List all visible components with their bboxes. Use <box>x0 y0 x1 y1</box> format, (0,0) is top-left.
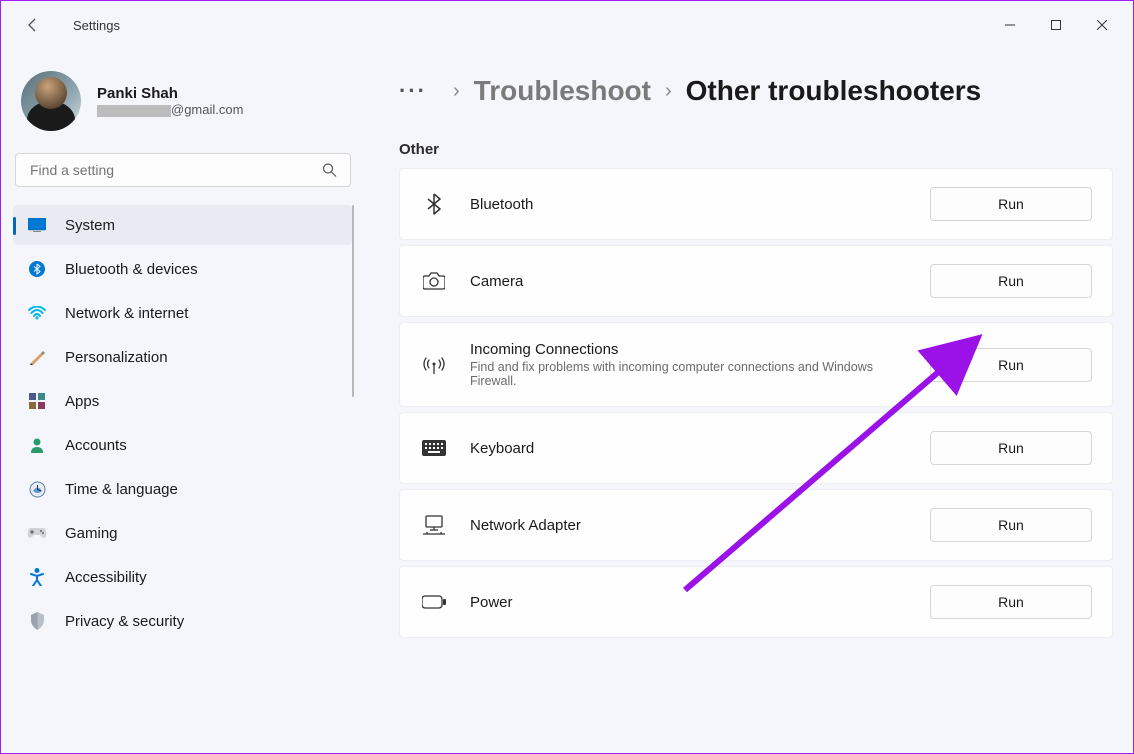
troubleshooter-row-network-adapter: Network Adapter Run <box>399 489 1113 561</box>
accounts-icon <box>27 435 47 455</box>
run-button[interactable]: Run <box>930 431 1092 465</box>
search-input[interactable] <box>15 153 351 187</box>
troubleshooter-row-power: Power Run <box>399 566 1113 638</box>
row-title: Incoming Connections <box>470 341 930 358</box>
nav-item-time[interactable]: Time & language <box>13 469 353 509</box>
troubleshooter-row-incoming: Incoming Connections Find and fix proble… <box>399 322 1113 407</box>
troubleshooter-row-bluetooth: Bluetooth Run <box>399 168 1113 240</box>
nav-label: Bluetooth & devices <box>65 261 198 278</box>
nav-label: Apps <box>65 393 99 410</box>
personalization-icon <box>27 347 47 367</box>
breadcrumb-current: Other troubleshooters <box>686 75 982 107</box>
nav-active-indicator <box>13 217 16 235</box>
row-title: Network Adapter <box>470 517 930 534</box>
row-title: Power <box>470 594 930 611</box>
window-title: Settings <box>73 18 120 33</box>
nav-item-privacy[interactable]: Privacy & security <box>13 601 353 641</box>
run-button[interactable]: Run <box>930 348 1092 382</box>
nav-label: Time & language <box>65 481 178 498</box>
battery-icon <box>420 595 448 609</box>
breadcrumb-parent[interactable]: Troubleshoot <box>474 75 651 107</box>
keyboard-icon <box>420 440 448 456</box>
bluetooth-icon <box>420 193 448 215</box>
maximize-button[interactable] <box>1033 9 1079 41</box>
breadcrumb: ··· › Troubleshoot › Other troubleshoote… <box>399 75 1113 107</box>
apps-icon <box>27 391 47 411</box>
shield-icon <box>27 611 47 631</box>
system-icon <box>27 215 47 235</box>
bluetooth-icon <box>27 259 47 279</box>
minimize-button[interactable] <box>987 9 1033 41</box>
nav-label: Personalization <box>65 349 168 366</box>
nav-item-accounts[interactable]: Accounts <box>13 425 353 465</box>
search-icon <box>322 163 337 178</box>
nav-label: System <box>65 217 115 234</box>
nav-item-system[interactable]: System <box>13 205 353 245</box>
sidebar-scrollbar[interactable] <box>352 205 354 397</box>
network-adapter-icon <box>420 515 448 535</box>
run-button[interactable]: Run <box>930 187 1092 221</box>
window-caption-buttons <box>987 9 1125 41</box>
sidebar: Panki Shah @gmail.com System Bluetooth &… <box>1 49 363 753</box>
chevron-right-icon: › <box>453 80 460 103</box>
avatar <box>21 71 81 131</box>
section-heading: Other <box>399 141 1113 158</box>
profile-name: Panki Shah <box>97 85 243 102</box>
row-title: Bluetooth <box>470 196 930 213</box>
clock-icon <box>27 479 47 499</box>
nav-item-network[interactable]: Network & internet <box>13 293 353 333</box>
close-button[interactable] <box>1079 9 1125 41</box>
main-content: ··· › Troubleshoot › Other troubleshoote… <box>363 49 1133 753</box>
profile-block[interactable]: Panki Shah @gmail.com <box>13 59 353 153</box>
accessibility-icon <box>27 567 47 587</box>
run-button[interactable]: Run <box>930 508 1092 542</box>
camera-icon <box>420 272 448 290</box>
titlebar: Settings <box>1 1 1133 49</box>
profile-email: @gmail.com <box>97 102 243 117</box>
run-button[interactable]: Run <box>930 264 1092 298</box>
back-button[interactable] <box>17 9 49 41</box>
chevron-right-icon: › <box>665 80 672 103</box>
nav-item-bluetooth[interactable]: Bluetooth & devices <box>13 249 353 289</box>
nav-label: Network & internet <box>65 305 188 322</box>
nav-item-accessibility[interactable]: Accessibility <box>13 557 353 597</box>
nav-item-personalization[interactable]: Personalization <box>13 337 353 377</box>
nav-label: Accounts <box>65 437 127 454</box>
row-title: Keyboard <box>470 440 930 457</box>
nav-item-gaming[interactable]: Gaming <box>13 513 353 553</box>
antenna-icon <box>420 355 448 375</box>
troubleshooter-row-keyboard: Keyboard Run <box>399 412 1113 484</box>
gaming-icon <box>27 523 47 543</box>
nav-label: Accessibility <box>65 569 147 586</box>
nav-item-apps[interactable]: Apps <box>13 381 353 421</box>
run-button[interactable]: Run <box>930 585 1092 619</box>
network-icon <box>27 303 47 323</box>
search-box[interactable] <box>15 153 351 187</box>
breadcrumb-overflow[interactable]: ··· <box>399 78 427 104</box>
nav-label: Privacy & security <box>65 613 184 630</box>
nav-label: Gaming <box>65 525 118 542</box>
nav-list: System Bluetooth & devices Network & int… <box>13 205 353 641</box>
row-title: Camera <box>470 273 930 290</box>
troubleshooter-row-camera: Camera Run <box>399 245 1113 317</box>
row-desc: Find and fix problems with incoming comp… <box>470 360 900 388</box>
